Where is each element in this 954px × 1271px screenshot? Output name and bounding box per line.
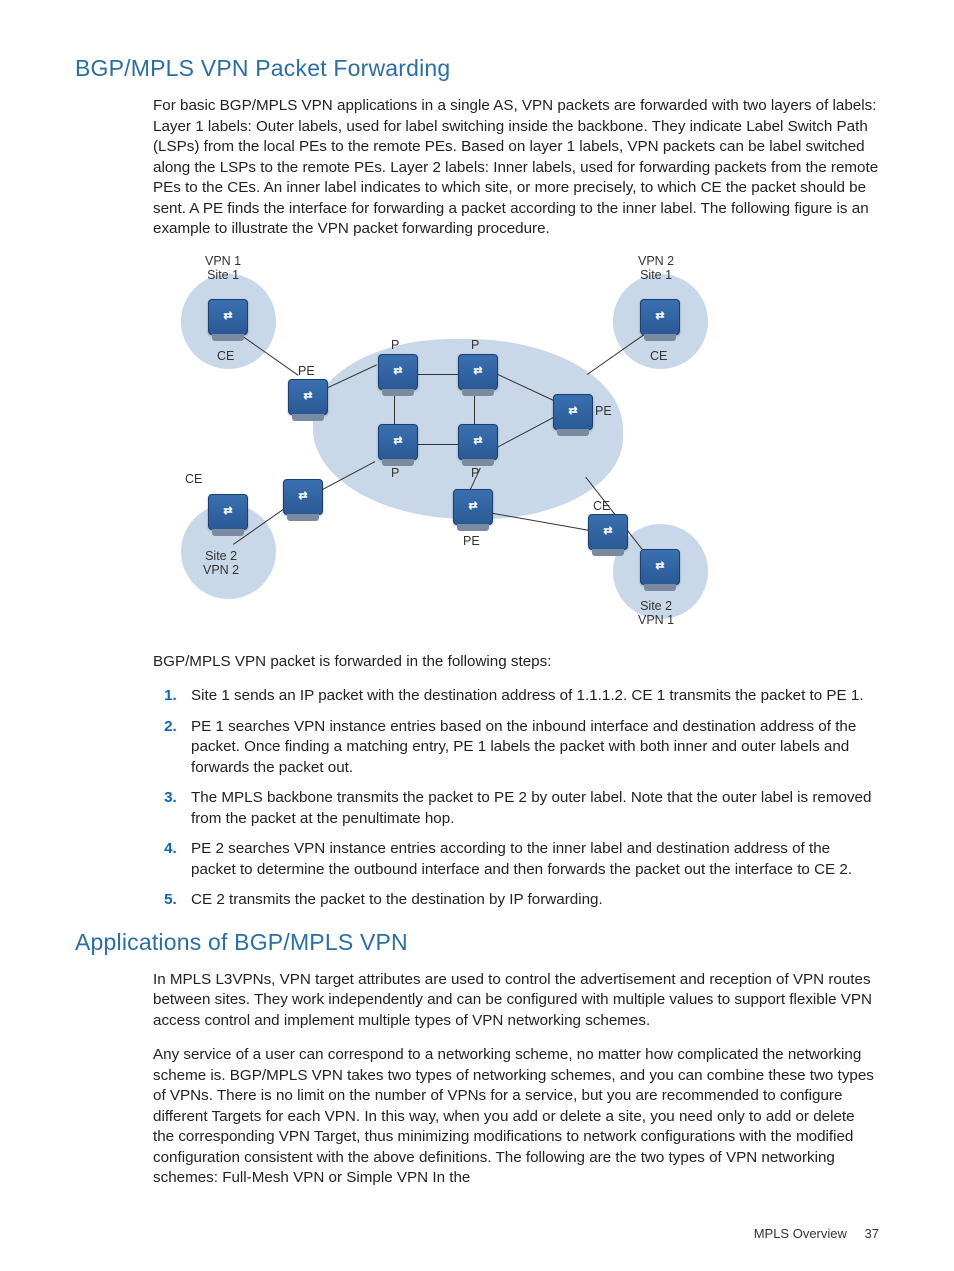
step-item: PE 2 searches VPN instance entries accor…	[181, 839, 879, 880]
label-ce: CE	[217, 349, 234, 363]
paragraph-apps-2: Any service of a user can correspond to …	[153, 1045, 879, 1189]
label-vpn2-site1: VPN 2Site 1	[638, 254, 674, 282]
document-page: BGP/MPLS VPN Packet Forwarding For basic…	[0, 0, 954, 1271]
label-p: P	[471, 466, 479, 480]
router-ce: ⇄	[640, 549, 680, 585]
router-p: ⇄	[378, 424, 418, 460]
label-pe: PE	[595, 404, 612, 418]
label-p: P	[391, 338, 399, 352]
router-ce-extra: ⇄	[283, 479, 323, 515]
router-pe: ⇄	[553, 394, 593, 430]
router-pe: ⇄	[453, 489, 493, 525]
router-ce-extra: ⇄	[588, 514, 628, 550]
label-ce: CE	[185, 472, 202, 486]
router-pe: ⇄	[288, 379, 328, 415]
label-site2-vpn1: Site 2VPN 1	[638, 599, 674, 627]
router-p: ⇄	[378, 354, 418, 390]
footer-section-title: MPLS Overview	[754, 1226, 847, 1241]
label-ce: CE	[593, 499, 610, 513]
label-ce: CE	[650, 349, 667, 363]
heading-bgp-mpls-forwarding: BGP/MPLS VPN Packet Forwarding	[75, 55, 879, 82]
heading-applications: Applications of BGP/MPLS VPN	[75, 929, 879, 956]
router-p: ⇄	[458, 354, 498, 390]
figure-vpn-topology: ⇄ ⇄ ⇄ ⇄ ⇄ ⇄ ⇄ ⇄ ⇄ ⇄ ⇄ ⇄ ⇄ VPN 1Site 1 VP…	[153, 254, 753, 634]
step-item: CE 2 transmits the packet to the destina…	[181, 890, 879, 911]
step-item: PE 1 searches VPN instance entries based…	[181, 717, 879, 779]
step-item: Site 1 sends an IP packet with the desti…	[181, 686, 879, 707]
forwarding-steps-list: Site 1 sends an IP packet with the desti…	[153, 686, 879, 911]
paragraph-steps-intro: BGP/MPLS VPN packet is forwarded in the …	[153, 652, 879, 673]
page-footer: MPLS Overview 37	[754, 1226, 879, 1241]
label-site2-vpn2: Site 2VPN 2	[203, 549, 239, 577]
router-ce: ⇄	[640, 299, 680, 335]
router-p: ⇄	[458, 424, 498, 460]
label-p: P	[471, 338, 479, 352]
paragraph-apps-1: In MPLS L3VPNs, VPN target attributes ar…	[153, 970, 879, 1032]
router-ce: ⇄	[208, 299, 248, 335]
link	[488, 512, 597, 532]
label-p: P	[391, 466, 399, 480]
step-item: The MPLS backbone transmits the packet t…	[181, 788, 879, 829]
paragraph-forwarding-intro: For basic BGP/MPLS VPN applications in a…	[153, 96, 879, 240]
footer-page-number: 37	[865, 1226, 879, 1241]
label-pe: PE	[463, 534, 480, 548]
label-vpn1-site1: VPN 1Site 1	[205, 254, 241, 282]
router-ce: ⇄	[208, 494, 248, 530]
label-pe: PE	[298, 364, 315, 378]
